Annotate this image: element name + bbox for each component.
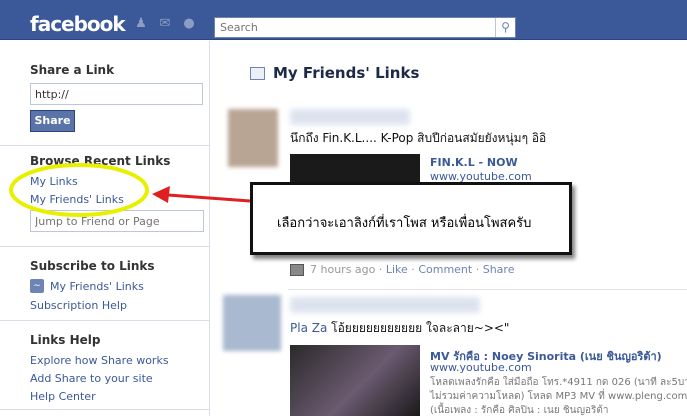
divider — [0, 145, 210, 146]
page-title: My Friends' Links — [273, 64, 420, 82]
post-time: 7 hours ago — [310, 263, 376, 276]
post-author[interactable]: Pla Za — [290, 321, 327, 335]
url-input[interactable] — [30, 83, 203, 105]
friend-requests-icon[interactable]: ♟ — [133, 16, 149, 32]
explore-share-link[interactable]: Explore how Share works — [30, 354, 169, 367]
callout-text: เลือกว่าจะเอาลิงก์ที่เราโพส หรือเพื่อนโพ… — [277, 216, 532, 231]
link-description: โหลดเพลงรักคือ ใส่มือถือ โทร.*4911 กด 02… — [430, 377, 687, 416]
share-link[interactable]: Share — [483, 263, 515, 276]
sidebar: Share a Link Share Browse Recent Links M… — [0, 41, 210, 416]
divider — [0, 409, 210, 410]
like-link[interactable]: Like — [386, 263, 408, 276]
blurred-name — [290, 297, 480, 313]
search-input[interactable] — [215, 18, 495, 37]
subscribe-friends-links-link[interactable]: My Friends' Links — [50, 280, 144, 293]
jump-to-friend-input[interactable] — [30, 210, 204, 232]
share-button[interactable]: Share — [30, 110, 75, 132]
post-text: นึกถึง Fin.K.L.... K-Pop สิบปีก่อนสมัยยั… — [290, 131, 547, 145]
avatar[interactable] — [223, 295, 281, 351]
facebook-logo[interactable]: facebook — [30, 12, 126, 36]
top-bar: facebook ♟ ✉ ● ⚲ — [0, 0, 687, 40]
divider — [0, 320, 210, 321]
comment-link[interactable]: Comment — [418, 263, 472, 276]
video-thumbnail[interactable] — [290, 345, 420, 416]
rss-icon: ∼ — [30, 279, 44, 293]
my-links-link[interactable]: My Links — [30, 175, 78, 188]
post-text: Pla Za โอ้ยยยยยยยยยยย ใจละลาย~><" — [290, 319, 509, 338]
link-title[interactable]: FIN.K.L - NOW — [430, 156, 518, 169]
notifications-globe-icon[interactable]: ● — [181, 16, 197, 32]
search-box: ⚲ — [214, 17, 516, 38]
video-icon — [290, 264, 304, 276]
subscription-help-link[interactable]: Subscription Help — [30, 299, 127, 312]
divider — [0, 246, 210, 247]
search-icon[interactable]: ⚲ — [495, 18, 515, 37]
blurred-author-name — [290, 109, 410, 125]
avatar[interactable] — [228, 109, 278, 167]
add-share-link[interactable]: Add Share to your site — [30, 372, 153, 385]
links-icon — [250, 67, 265, 80]
post-meta: 7 hours ago · Like · Comment · Share — [290, 263, 514, 276]
subscribe-heading: Subscribe to Links — [30, 259, 155, 273]
messages-icon[interactable]: ✉ — [157, 16, 173, 32]
link-domain[interactable]: www.youtube.com — [430, 361, 532, 374]
divider — [288, 289, 687, 290]
help-center-link[interactable]: Help Center — [30, 390, 96, 403]
browse-links-heading: Browse Recent Links — [30, 154, 171, 168]
links-help-heading: Links Help — [30, 333, 101, 347]
share-link-heading: Share a Link — [30, 63, 115, 77]
callout-box: เลือกว่าจะเอาลิงก์ที่เราโพส หรือเพื่อนโพ… — [250, 182, 572, 255]
friends-links-link[interactable]: My Friends' Links — [30, 193, 124, 206]
post-message: โอ้ยยยยยยยยยยย ใจละลาย~><" — [331, 321, 510, 335]
